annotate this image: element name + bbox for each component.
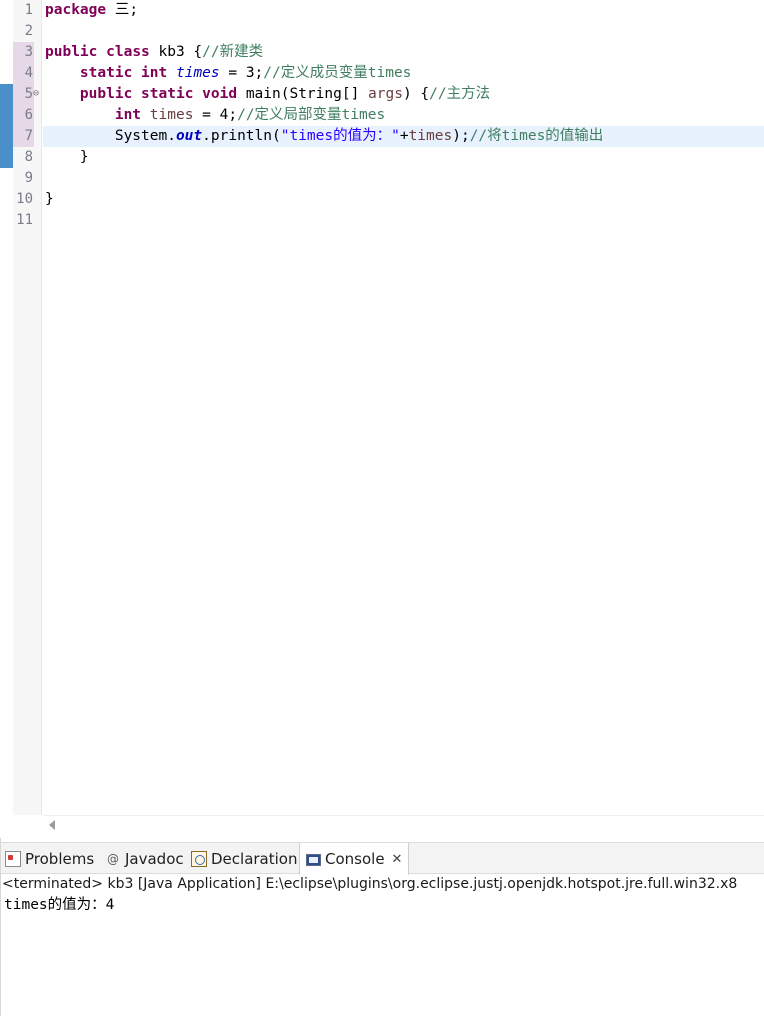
code-line[interactable]: int times = 4;//定义局部变量times	[45, 105, 385, 126]
code-token: }	[45, 149, 89, 165]
javadoc-icon: @	[107, 851, 119, 866]
line-number: 6	[24, 107, 33, 123]
code-editor[interactable]: 1 2 3 4 5 6 7 8 9 10 11 ⊖ package 三; public class k…	[0, 0, 764, 838]
code-token: void	[202, 86, 238, 102]
code-line[interactable]: public static void main(String[] args) {…	[45, 84, 490, 105]
code-line[interactable]: }	[45, 189, 54, 210]
code-token: int	[114, 107, 142, 123]
tab-javadoc-label: Javadoc	[125, 849, 184, 868]
code-token: times	[408, 128, 453, 144]
code-token: kb3 {	[149, 44, 203, 60]
fold-collapse-icon[interactable]: ⊖	[33, 89, 39, 99]
console-output[interactable]: times的值为：4	[4, 896, 114, 915]
console-status: <terminated> kb3 [Java Application] E:\e…	[2, 876, 738, 892]
code-token: }	[45, 191, 54, 207]
code-token: System.	[45, 128, 176, 144]
tab-javadoc[interactable]: @ Javadoc	[105, 843, 184, 874]
quick-diff-marker	[0, 84, 13, 168]
tab-console[interactable]: Console ✕	[299, 843, 410, 875]
code-token: //定义成员变量times	[263, 65, 412, 81]
line-number: 1	[24, 2, 33, 18]
code-token: //主方法	[429, 86, 491, 102]
code-token: times	[175, 65, 220, 81]
code-token: class	[106, 44, 150, 60]
line-number: 10	[16, 191, 33, 207]
panel-tab-bar: Problems @ Javadoc Declaration Console ✕	[1, 842, 764, 875]
code-token: args	[368, 86, 403, 102]
code-token: static	[79, 65, 133, 81]
close-icon[interactable]: ✕	[392, 852, 403, 867]
code-line[interactable]: }	[45, 147, 89, 168]
code-token: package	[45, 2, 107, 18]
code-token: ) {	[402, 86, 430, 102]
code-token: );	[452, 128, 470, 144]
code-token: //将times的值输出	[469, 128, 604, 144]
tab-declaration[interactable]: Declaration	[191, 843, 297, 874]
code-line[interactable]: public class kb3 {//新建类	[45, 42, 263, 63]
line-number: 11	[16, 212, 33, 228]
code-token: main(String[]	[237, 86, 369, 102]
code-token: +	[399, 128, 409, 144]
line-number: 5	[24, 86, 33, 102]
tab-problems[interactable]: Problems	[5, 843, 94, 874]
code-token: = 4;	[193, 107, 238, 123]
line-number: 7	[24, 128, 33, 144]
code-token: times	[149, 107, 194, 123]
code-token: int	[141, 65, 168, 81]
problems-icon	[5, 850, 21, 867]
code-token: //定义局部变量times	[237, 107, 386, 123]
bottom-panel: Problems @ Javadoc Declaration Console ✕…	[0, 838, 764, 1016]
tab-problems-label: Problems	[25, 849, 95, 868]
code-token: = 3;	[219, 65, 264, 81]
code-token: static	[141, 86, 194, 102]
line-number: 4	[24, 65, 33, 81]
code-token: out	[175, 128, 203, 144]
horizontal-scrollbar[interactable]	[43, 815, 764, 837]
line-number: 8	[24, 149, 33, 165]
line-number: 2	[24, 23, 33, 39]
console-icon	[306, 854, 321, 866]
code-line[interactable]: System.out.println("times的值为："+times);//…	[45, 126, 603, 147]
code-line[interactable]: package 三;	[45, 0, 138, 21]
code-token: "times的值为："	[280, 128, 400, 144]
line-number: 9	[24, 170, 33, 186]
code-token: public	[79, 86, 133, 102]
code-token: .println(	[202, 128, 281, 144]
code-token: 三;	[106, 2, 139, 18]
scroll-left-icon[interactable]	[49, 820, 55, 830]
declaration-icon	[191, 850, 207, 867]
tab-declaration-label: Declaration	[211, 849, 298, 868]
code-token: public	[45, 44, 98, 60]
code-token: //新建类	[202, 44, 264, 60]
code-line[interactable]: static int times = 3;//定义成员变量times	[45, 63, 411, 84]
tab-console-label: Console	[325, 850, 385, 868]
line-number: 3	[24, 44, 33, 60]
